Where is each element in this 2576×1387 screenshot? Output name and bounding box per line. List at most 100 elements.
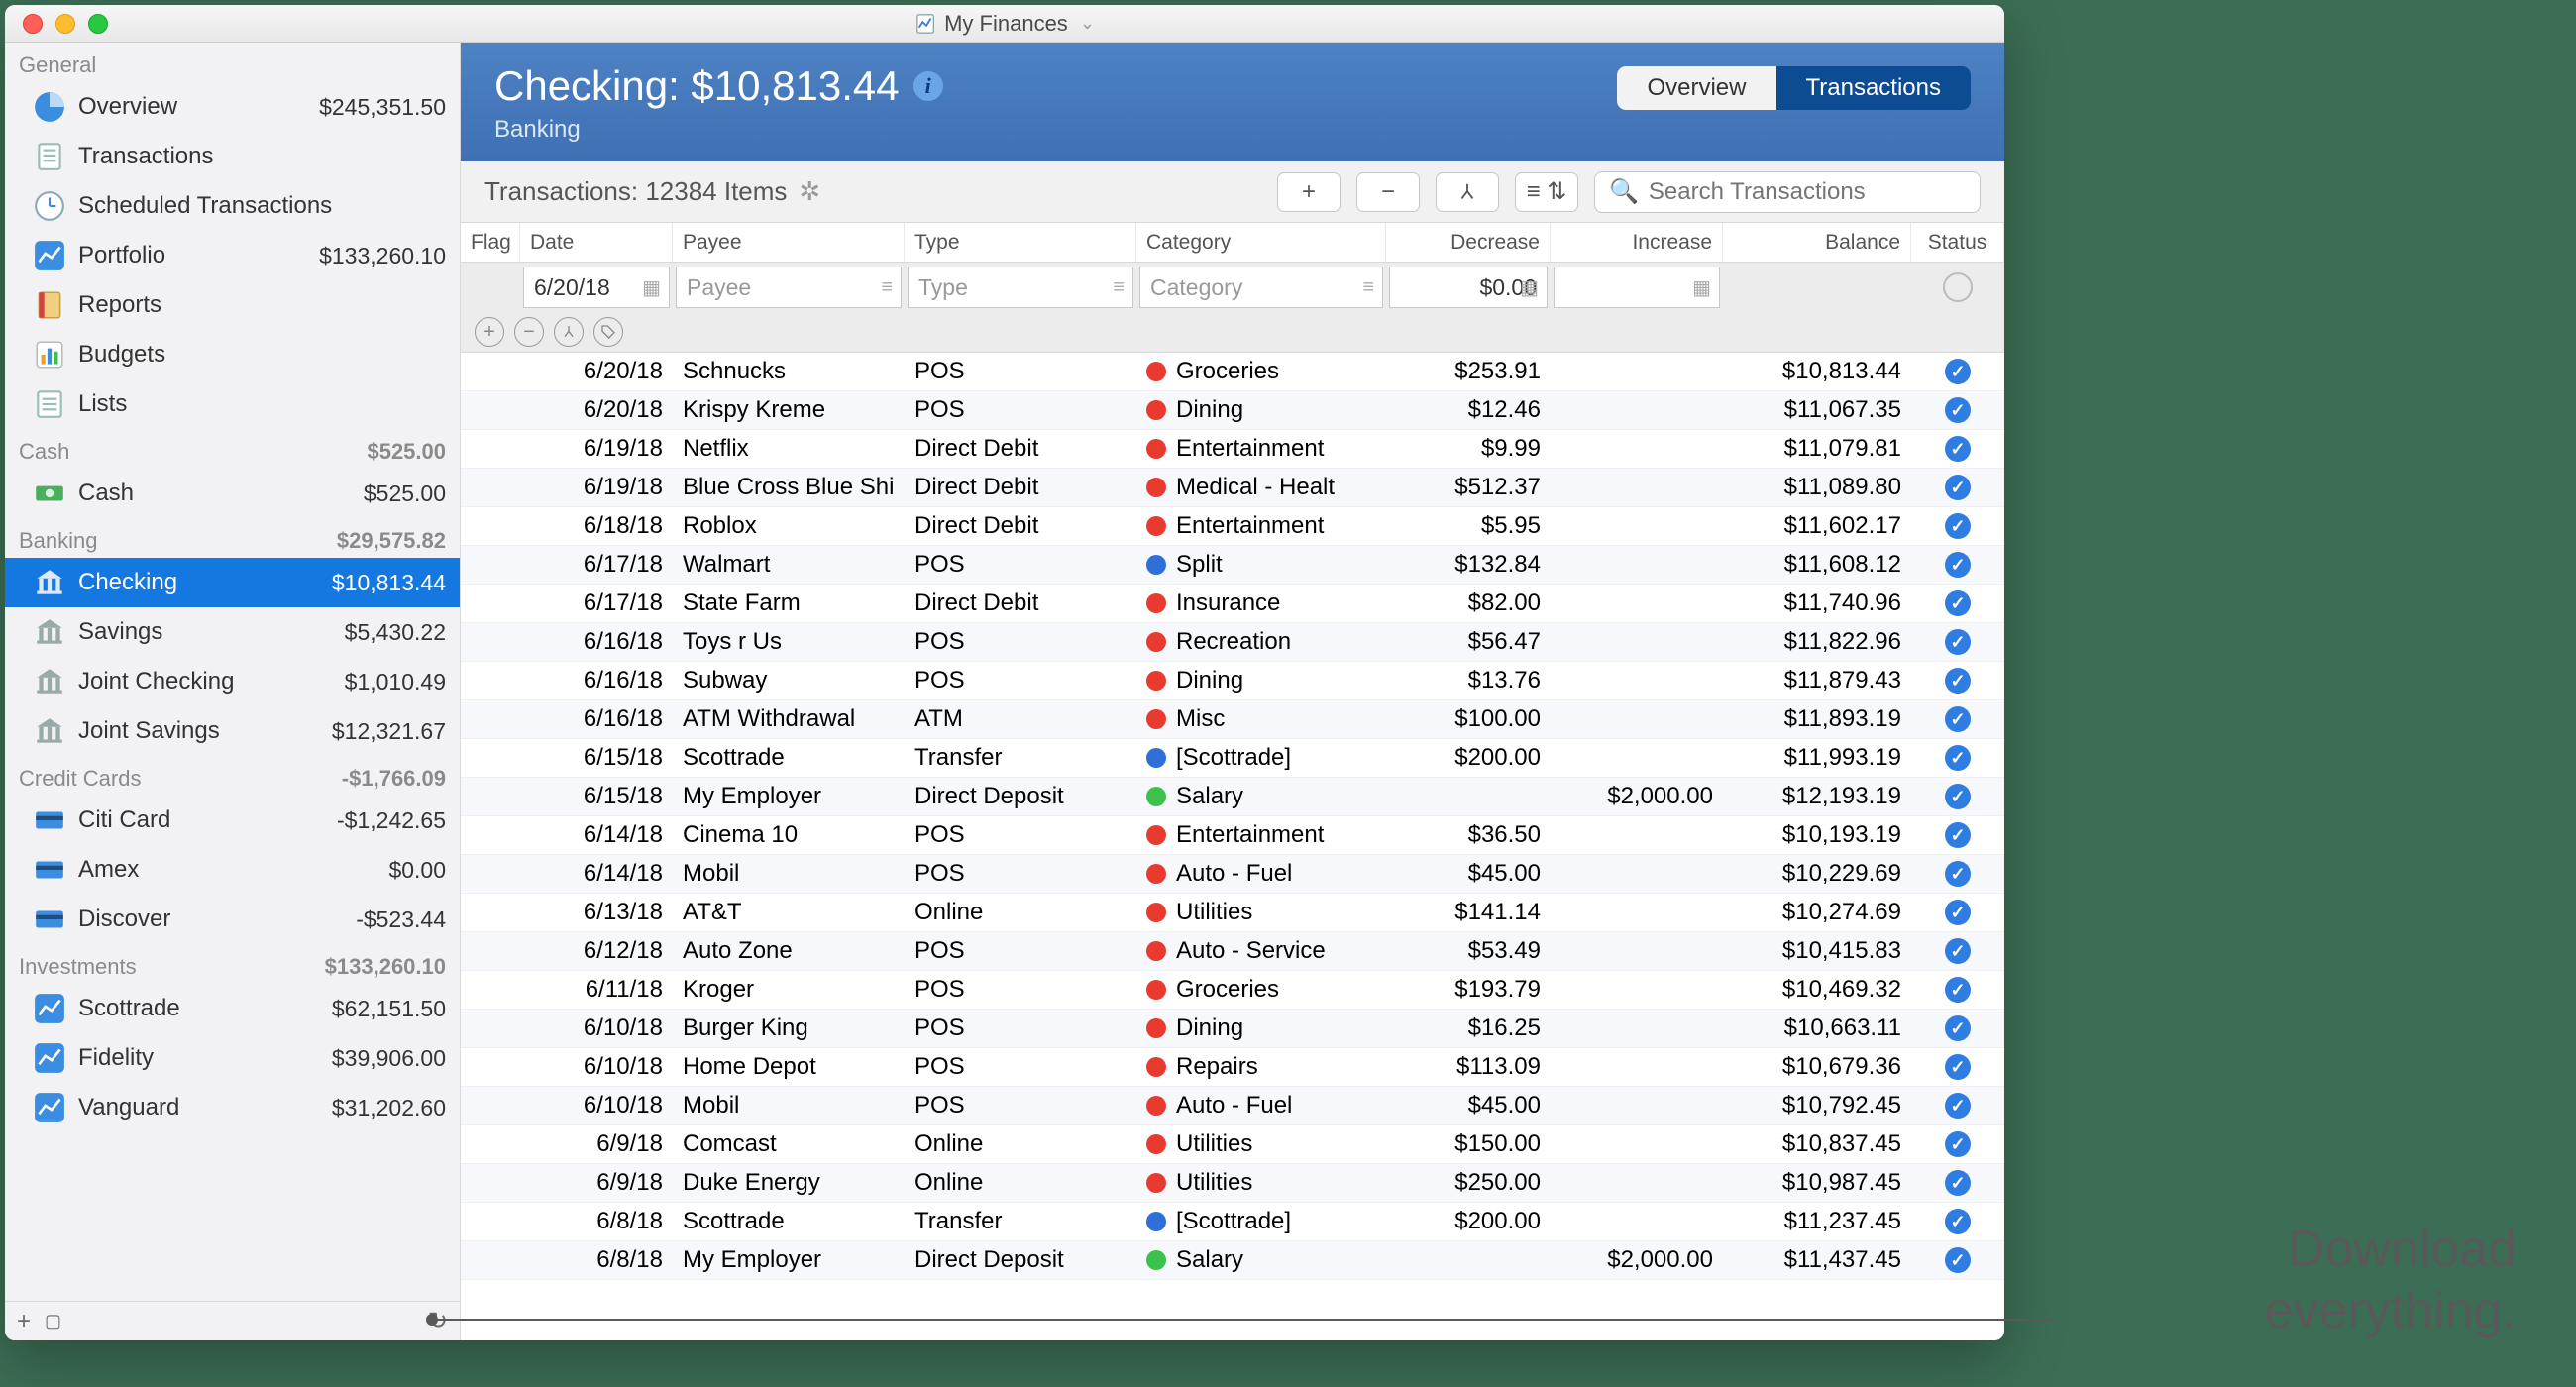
sidebar-item-checking[interactable]: Checking $10,813.44 — [5, 558, 460, 607]
search-field[interactable]: 🔍 — [1594, 171, 1981, 213]
sidebar-item-scottrade[interactable]: Scottrade $62,151.50 — [5, 984, 460, 1033]
table-row[interactable]: 6/15/18My EmployerDirect DepositSalary$2… — [461, 778, 2004, 816]
table-row[interactable]: 6/11/18KrogerPOSGroceries$193.79$10,469.… — [461, 971, 2004, 1010]
table-row[interactable]: 6/8/18My EmployerDirect DepositSalary$2,… — [461, 1241, 2004, 1280]
sidebar-item-portfolio[interactable]: Portfolio $133,260.10 — [5, 231, 460, 280]
mini-remove-icon[interactable]: − — [514, 317, 544, 347]
table-row[interactable]: 6/19/18NetflixDirect DebitEntertainment$… — [461, 430, 2004, 469]
status-check-icon[interactable] — [1945, 629, 1971, 655]
entry-type[interactable]: Type≡ — [908, 267, 1133, 308]
col-date[interactable]: Date — [520, 223, 673, 262]
sidebar-item-cash[interactable]: Cash $525.00 — [5, 469, 460, 518]
menu-icon[interactable]: ≡ — [1362, 276, 1374, 299]
table-row[interactable]: 6/14/18Cinema 10POSEntertainment$36.50$1… — [461, 816, 2004, 855]
table-row[interactable]: 6/20/18SchnucksPOSGroceries$253.91$10,81… — [461, 353, 2004, 391]
minimize-button[interactable] — [55, 14, 75, 34]
table-row[interactable]: 6/12/18Auto ZonePOSAuto - Service$53.49$… — [461, 932, 2004, 971]
mini-add-icon[interactable]: + — [475, 317, 504, 347]
window-title[interactable]: My Finances ⌄ — [914, 11, 1095, 37]
add-icon[interactable]: + — [17, 1308, 31, 1335]
sidebar-item-fidelity[interactable]: Fidelity $39,906.00 — [5, 1033, 460, 1083]
status-check-icon[interactable] — [1945, 938, 1971, 964]
status-check-icon[interactable] — [1945, 475, 1971, 500]
status-check-icon[interactable] — [1945, 668, 1971, 694]
remove-transaction-button[interactable]: − — [1356, 172, 1420, 212]
entry-increase[interactable]: ▦ — [1554, 267, 1720, 308]
sidebar-item-vanguard[interactable]: Vanguard $31,202.60 — [5, 1083, 460, 1132]
table-row[interactable]: 6/10/18Burger KingPOSDining$16.25$10,663… — [461, 1010, 2004, 1048]
menu-button[interactable]: ≡ ⇅ — [1515, 172, 1578, 212]
col-payee[interactable]: Payee — [673, 223, 905, 262]
zoom-button[interactable] — [88, 14, 108, 34]
add-transaction-button[interactable]: + — [1277, 172, 1341, 212]
table-row[interactable]: 6/19/18Blue Cross Blue ShiDirect DebitMe… — [461, 469, 2004, 507]
status-check-icon[interactable] — [1945, 1054, 1971, 1080]
seg-overview[interactable]: Overview — [1617, 66, 1775, 110]
status-check-icon[interactable] — [1945, 359, 1971, 384]
status-check-icon[interactable] — [1945, 977, 1971, 1003]
status-check-icon[interactable] — [1945, 784, 1971, 809]
status-check-icon[interactable] — [1945, 513, 1971, 539]
sidebar-item-scheduled[interactable]: Scheduled Transactions — [5, 181, 460, 231]
table-row[interactable]: 6/17/18WalmartPOSSplit$132.84$11,608.12 — [461, 546, 2004, 585]
mini-tag-icon[interactable] — [593, 317, 623, 347]
table-row[interactable]: 6/16/18Toys r UsPOSRecreation$56.47$11,8… — [461, 623, 2004, 662]
status-check-icon[interactable] — [1945, 745, 1971, 771]
sidebar-item-lists[interactable]: Lists — [5, 379, 460, 429]
expand-icon[interactable]: ▢ — [45, 1311, 61, 1332]
table-row[interactable]: 6/9/18ComcastOnlineUtilities$150.00$10,8… — [461, 1125, 2004, 1164]
search-input[interactable] — [1649, 178, 1966, 206]
table-row[interactable]: 6/13/18AT&TOnlineUtilities$141.14$10,274… — [461, 894, 2004, 932]
menu-icon[interactable]: ≡ — [1113, 276, 1125, 299]
table-row[interactable]: 6/17/18State FarmDirect DebitInsurance$8… — [461, 585, 2004, 623]
close-button[interactable] — [23, 14, 43, 34]
status-check-icon[interactable] — [1945, 436, 1971, 462]
sidebar-item-citi[interactable]: Citi Card -$1,242.65 — [5, 796, 460, 845]
table-row[interactable]: 6/15/18ScottradeTransfer[Scottrade]$200.… — [461, 739, 2004, 778]
sidebar-item-transactions[interactable]: Transactions — [5, 132, 460, 181]
sidebar-item-reports[interactable]: Reports — [5, 280, 460, 330]
sidebar-item-overview[interactable]: Overview $245,351.50 — [5, 82, 460, 132]
col-balance[interactable]: Balance — [1723, 223, 1911, 262]
col-decrease[interactable]: Decrease — [1386, 223, 1551, 262]
status-check-icon[interactable] — [1945, 861, 1971, 887]
col-type[interactable]: Type — [905, 223, 1136, 262]
table-row[interactable]: 6/10/18MobilPOSAuto - Fuel$45.00$10,792.… — [461, 1087, 2004, 1125]
table-row[interactable]: 6/14/18MobilPOSAuto - Fuel$45.00$10,229.… — [461, 855, 2004, 894]
sidebar-item-discover[interactable]: Discover -$523.44 — [5, 895, 460, 944]
mini-split-icon[interactable] — [554, 317, 584, 347]
entry-date[interactable]: 6/20/18▦ — [523, 267, 670, 308]
menu-icon[interactable]: ≡ — [881, 276, 893, 299]
calculator-icon[interactable]: ▦ — [1692, 275, 1711, 300]
gear-icon[interactable]: ✲ — [799, 176, 820, 207]
sidebar-item-joint-checking[interactable]: Joint Checking $1,010.49 — [5, 657, 460, 706]
status-toggle[interactable] — [1943, 272, 1973, 302]
status-check-icon[interactable] — [1945, 397, 1971, 423]
calendar-icon[interactable]: ▦ — [642, 275, 661, 300]
table-row[interactable]: 6/16/18ATM WithdrawalATMMisc$100.00$11,8… — [461, 700, 2004, 739]
col-status[interactable]: Status — [1911, 223, 2004, 262]
table-row[interactable]: 6/8/18ScottradeTransfer[Scottrade]$200.0… — [461, 1203, 2004, 1241]
status-check-icon[interactable] — [1945, 1093, 1971, 1119]
sidebar-item-joint-savings[interactable]: Joint Savings $12,321.67 — [5, 706, 460, 756]
status-check-icon[interactable] — [1945, 822, 1971, 848]
col-flag[interactable]: Flag — [461, 223, 520, 262]
split-button[interactable] — [1436, 172, 1499, 212]
table-row[interactable]: 6/9/18Duke EnergyOnlineUtilities$250.00$… — [461, 1164, 2004, 1203]
status-check-icon[interactable] — [1945, 1209, 1971, 1234]
table-row[interactable]: 6/16/18SubwayPOSDining$13.76$11,879.43 — [461, 662, 2004, 700]
entry-decrease[interactable]: $0.00▦ — [1389, 267, 1548, 308]
seg-transactions[interactable]: Transactions — [1776, 66, 1972, 110]
status-check-icon[interactable] — [1945, 1247, 1971, 1273]
entry-payee[interactable]: Payee≡ — [676, 267, 902, 308]
status-check-icon[interactable] — [1945, 1170, 1971, 1196]
status-check-icon[interactable] — [1945, 1015, 1971, 1041]
table-row[interactable]: 6/10/18Home DepotPOSRepairs$113.09$10,67… — [461, 1048, 2004, 1087]
calculator-icon[interactable]: ▦ — [1520, 275, 1539, 300]
status-check-icon[interactable] — [1945, 552, 1971, 578]
status-check-icon[interactable] — [1945, 1131, 1971, 1157]
status-check-icon[interactable] — [1945, 590, 1971, 616]
col-category[interactable]: Category — [1136, 223, 1386, 262]
sidebar-item-amex[interactable]: Amex $0.00 — [5, 845, 460, 895]
entry-category[interactable]: Category≡ — [1139, 267, 1383, 308]
